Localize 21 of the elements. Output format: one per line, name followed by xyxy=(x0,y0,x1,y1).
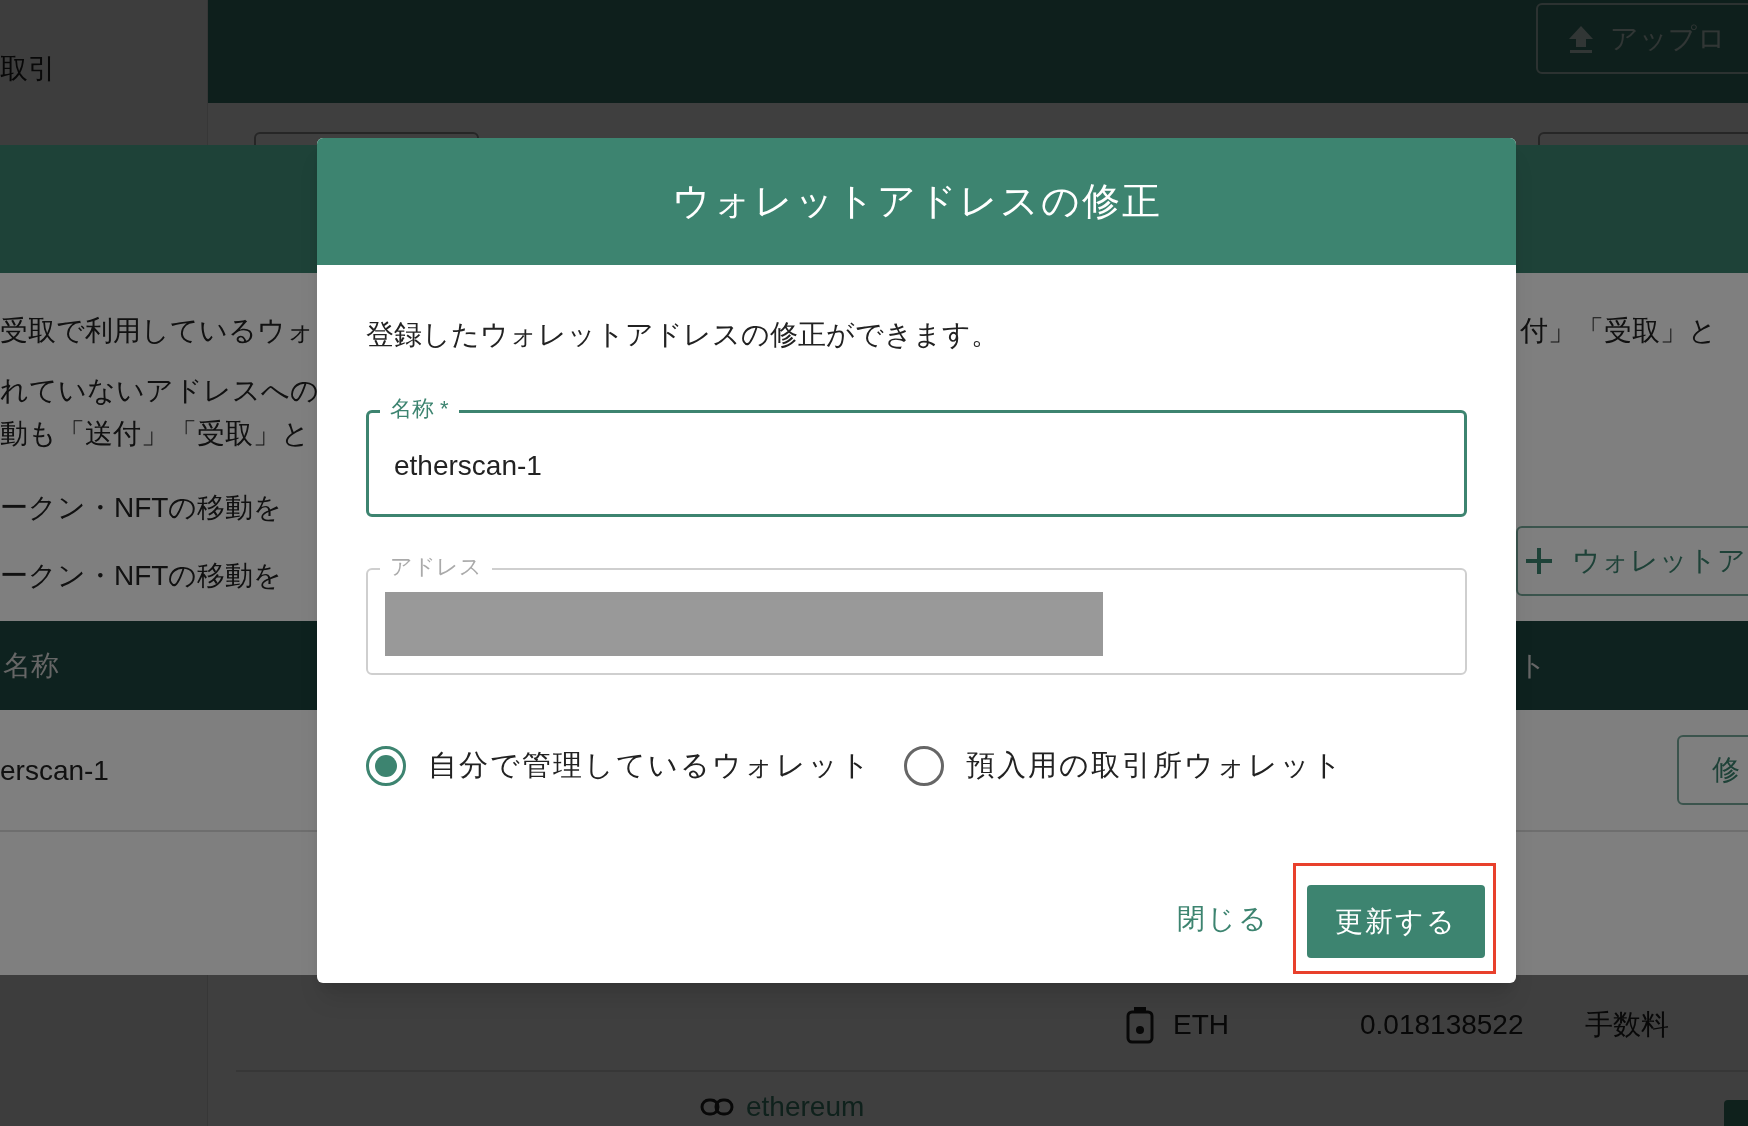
radio-option[interactable]: 自分で管理しているウォレット xyxy=(366,744,872,788)
text-line: ークン・NFTの移動を xyxy=(0,559,283,593)
table-cell-text: erscan-1 xyxy=(0,754,109,788)
plus-icon xyxy=(1526,548,1552,574)
update-button[interactable]: 更新する xyxy=(1307,885,1485,958)
radio-option[interactable]: 預入用の取引所ウォレット xyxy=(904,744,1344,788)
text-line: ークン・NFTの移動を xyxy=(0,491,283,525)
text-line: 受取で利用しているウォ xyxy=(0,314,315,348)
text-line: れていないアドレスへの xyxy=(0,374,319,408)
radio-button[interactable] xyxy=(904,746,944,786)
edit-button[interactable]: 修 xyxy=(1677,735,1748,805)
link-icon xyxy=(700,1097,734,1117)
column-header: 名称 xyxy=(3,649,59,683)
dialog-description: 登録したウォレットアドレスの修正ができます。 xyxy=(366,318,1000,352)
text-line: 付」「受取」と xyxy=(1520,314,1717,348)
text-line: 動も「送付」「受取」と xyxy=(0,417,310,451)
radio-button[interactable] xyxy=(366,746,406,786)
dialog-title: ウォレットアドレスの修正 xyxy=(317,138,1516,265)
column-header: ト xyxy=(1518,649,1547,683)
close-button[interactable]: 閉じる xyxy=(1175,888,1271,949)
wallet-icon xyxy=(1125,1006,1155,1044)
